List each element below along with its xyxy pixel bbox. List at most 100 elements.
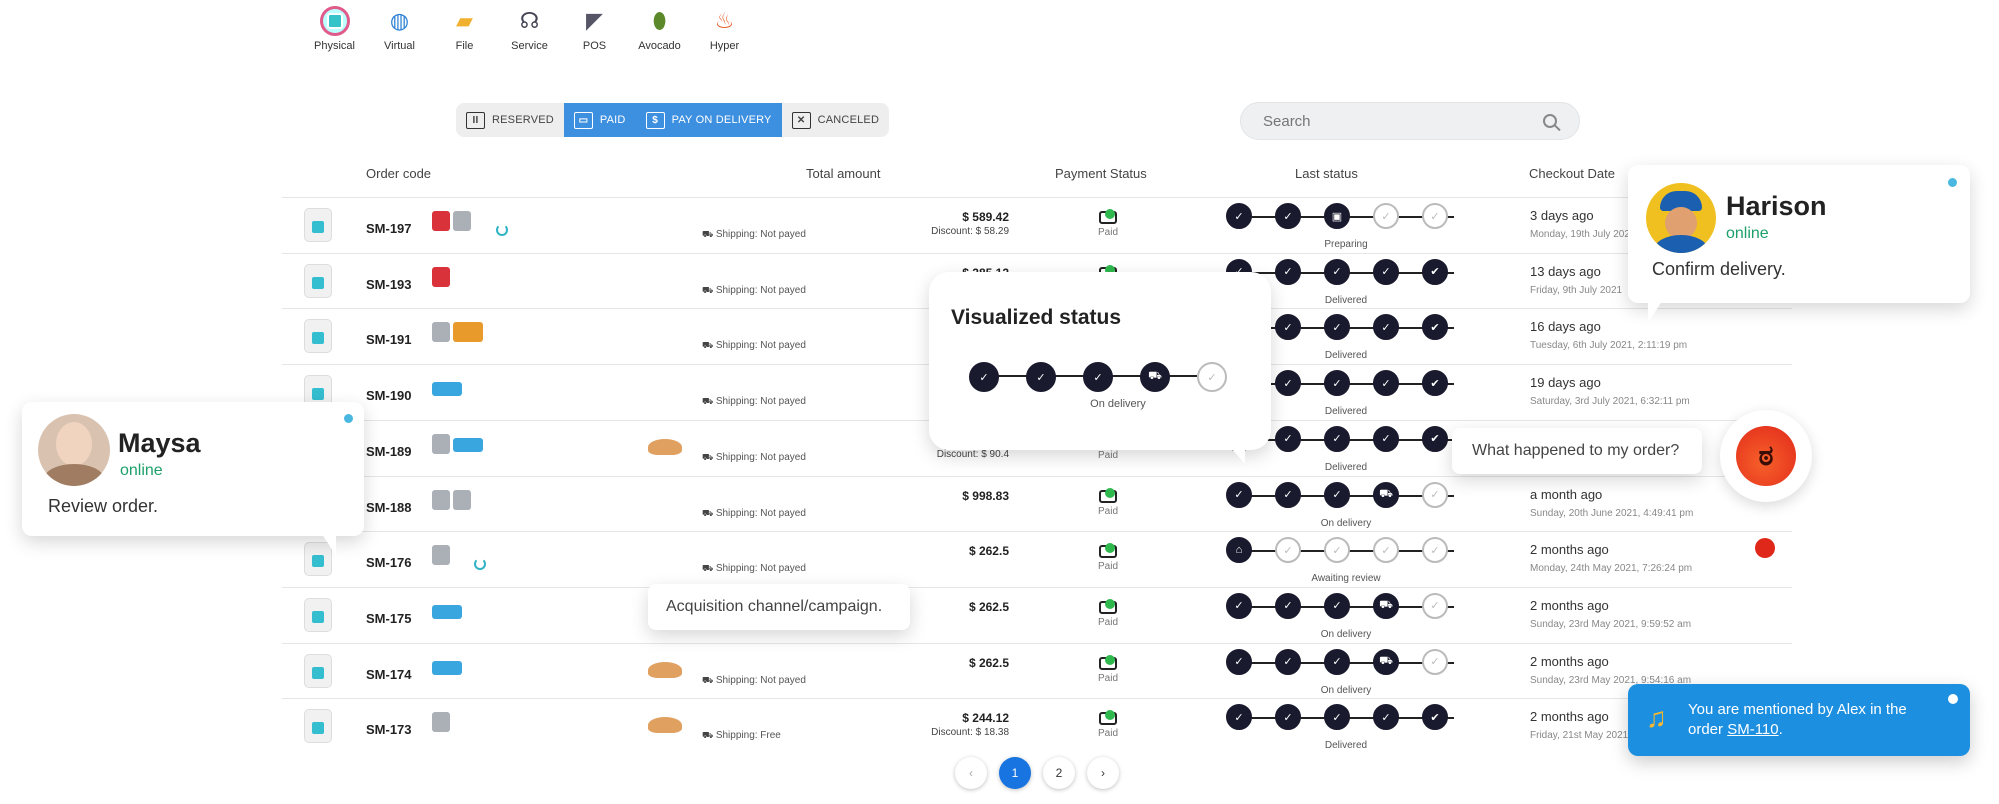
shopping-bag-icon <box>304 709 332 744</box>
check-icon: ✓ <box>1324 258 1350 285</box>
order-code[interactable]: SM-190 <box>366 388 412 403</box>
shipping-status: Shipping: Not payed <box>702 340 806 352</box>
type-file[interactable]: ▰ File <box>432 6 497 53</box>
payment-filter-tabs: II RESERVED ▭ PAID $ PAY ON DELIVERY ✕ CANCE… <box>456 103 890 137</box>
order-code[interactable]: SM-175 <box>366 611 412 626</box>
check-icon: ✓ <box>1373 370 1399 397</box>
truck-icon: ⛟ <box>1373 481 1399 508</box>
order-code[interactable]: SM-193 <box>366 277 412 292</box>
type-avocado[interactable]: ⬮ Avocado <box>627 6 692 53</box>
check-icon <box>1105 543 1115 554</box>
order-link[interactable]: SM-110 <box>1727 721 1778 738</box>
discount: Discount: $ 58.29 <box>931 226 1009 237</box>
table-row[interactable]: SM-173 Shipping: Free $ 244.12Discount: $ … <box>282 698 1792 754</box>
checkout-date: Friday, 21st May 2021 <box>1530 730 1629 742</box>
table-row[interactable]: SM-174 Shipping: Not payed $ 262.5 Paid ✓ ✓ ✓ ⛟… <box>282 642 1792 699</box>
check-icon: ✓ <box>1226 592 1252 619</box>
header-last-status[interactable]: Last status <box>1295 166 1358 181</box>
status-timeline[interactable]: ⌂ ✓ ✓ ✓ ✓ Awaiting review <box>1226 537 1466 584</box>
order-code[interactable]: SM-197 <box>366 221 412 236</box>
popup-steps: ✓ ✓ ✓ ⛟ ✓ <box>969 362 1227 392</box>
check-icon: ✓ <box>1226 648 1252 675</box>
card-icon <box>1099 654 1117 670</box>
shipping-status: Shipping: Not payed <box>702 452 806 464</box>
pagination: ‹ 1 2 › <box>955 757 1119 789</box>
check-icon: ✓ <box>1324 648 1350 675</box>
type-virtual[interactable]: ◍ Virtual <box>367 6 432 53</box>
check-icon: ✓ <box>1275 481 1301 508</box>
checkout-relative: 3 days ago <box>1530 208 1594 223</box>
status-timeline[interactable]: ✓ ✓ ✓ ⛟ ✓ On delivery <box>1226 592 1466 640</box>
flame-icon: ♨ <box>714 8 735 33</box>
header-order-code[interactable]: Order code <box>366 166 431 181</box>
shipping-status: Shipping: Not payed <box>702 229 806 241</box>
header-checkout-date[interactable]: Checkout Date <box>1529 166 1615 181</box>
header-payment-status[interactable]: Payment Status <box>1055 166 1147 181</box>
prev-page-button[interactable]: ‹ <box>955 757 987 789</box>
type-physical[interactable]: Physical <box>302 6 367 52</box>
check-icon <box>1105 710 1115 721</box>
order-code[interactable]: SM-176 <box>366 555 412 570</box>
popup-status-label: On delivery <box>1090 398 1146 410</box>
checkout-date: Tuesday, 6th July 2021, 2:11:19 pm <box>1530 340 1688 352</box>
page-2-button[interactable]: 2 <box>1043 757 1075 789</box>
table-row[interactable]: SM-188Shipping: Not payed$ 998.83Paid✓✓✓… <box>282 475 1792 532</box>
header-total-amount[interactable]: Total amount <box>806 166 880 181</box>
check-icon: ✓ <box>1324 592 1350 619</box>
tab-reserved[interactable]: II RESERVED <box>456 103 564 137</box>
type-hyper[interactable]: ♨ Hyper <box>692 6 757 53</box>
payment-status: Paid <box>1088 540 1128 572</box>
online-dot <box>344 414 353 423</box>
product-thumbnails <box>432 489 471 510</box>
page-1-button[interactable]: 1 <box>999 757 1031 789</box>
shipping-status: Shipping: Not payed <box>702 396 806 408</box>
table-row[interactable]: SM-197 Shipping: Not payed $ 589.42 Discoun… <box>282 197 1792 253</box>
checkout-relative: a month ago <box>1530 486 1603 502</box>
status-timeline[interactable]: ✓ ✓ ✓ ⛟ ✓ On delivery <box>1226 648 1466 696</box>
order-code[interactable]: SM-189 <box>366 444 412 459</box>
product-thumbnail <box>432 211 450 231</box>
next-page-button[interactable]: › <box>1087 757 1119 789</box>
mention-notification[interactable]: ♫ You are mentioned by Alex in the order… <box>1628 684 1970 756</box>
tab-canceled[interactable]: ✕ CANCELED <box>782 103 890 137</box>
type-service[interactable]: ☊ Service <box>497 6 562 53</box>
type-pos[interactable]: ◤ POS <box>562 6 627 53</box>
checkout-date: Monday, 24th May 2021, 7:26:24 pm <box>1530 563 1693 575</box>
order-code[interactable]: SM-191 <box>366 332 412 347</box>
search-icon[interactable] <box>1543 114 1557 128</box>
payment-status: Paid <box>1088 707 1128 739</box>
shipping-status: Shipping: Not payed <box>702 563 806 575</box>
angry-face-icon: ಠ <box>1720 410 1812 502</box>
truck-icon: ⛟ <box>1373 592 1399 619</box>
product-thumbnails <box>432 545 450 566</box>
search-input[interactable] <box>1263 112 1543 130</box>
check-icon: ✔ <box>1422 425 1448 452</box>
status-timeline[interactable]: ✓ ✓ ▣ ✓ ✓ Preparing <box>1226 203 1466 250</box>
tab-pay-on-delivery[interactable]: $ PAY ON DELIVERY <box>635 103 782 137</box>
harison-chat-popup: Harison online Confirm delivery. <box>1628 165 1970 323</box>
product-thumbnail <box>432 660 462 675</box>
tab-paid[interactable]: ▭ PAID <box>563 103 636 137</box>
status-timeline[interactable]: ✓ ✓ ✓ ⛟ ✓ On delivery <box>1226 481 1466 529</box>
unread-dot <box>1948 694 1958 704</box>
avatar-harison <box>1646 183 1716 253</box>
check-icon <box>1105 598 1115 609</box>
check-icon: ✓ <box>1275 704 1301 731</box>
checkout-date: Friday, 9th July 2021 <box>1530 284 1623 296</box>
check-icon: ✓ <box>969 362 999 392</box>
table-row[interactable]: SM-175Shipping: Not payed$ 262.5Paid✓✓✓⛟… <box>282 586 1792 643</box>
status-timeline[interactable]: ✓ ✓ ✓ ✓ ✔ Delivered <box>1226 704 1466 751</box>
check-icon: ✓ <box>1373 537 1399 564</box>
check-icon: ✓ <box>1422 648 1448 675</box>
check-icon: ✓ <box>1226 704 1252 731</box>
product-thumbnails <box>432 211 471 231</box>
product-thumbnail <box>432 545 450 566</box>
loading-icon <box>496 224 508 236</box>
acquisition-bubble: Acquisition channel/campaign. <box>648 584 910 630</box>
order-code[interactable]: SM-173 <box>366 722 412 737</box>
shipping-status: Shipping: Free <box>702 730 781 742</box>
check-icon: ✓ <box>1422 481 1448 508</box>
order-code[interactable]: SM-174 <box>366 667 412 682</box>
table-row[interactable]: SM-176 Shipping: Not payed $ 262.5 Paid ⌂ ✓ ✓ ✓… <box>282 531 1792 587</box>
order-code[interactable]: SM-188 <box>366 500 412 515</box>
